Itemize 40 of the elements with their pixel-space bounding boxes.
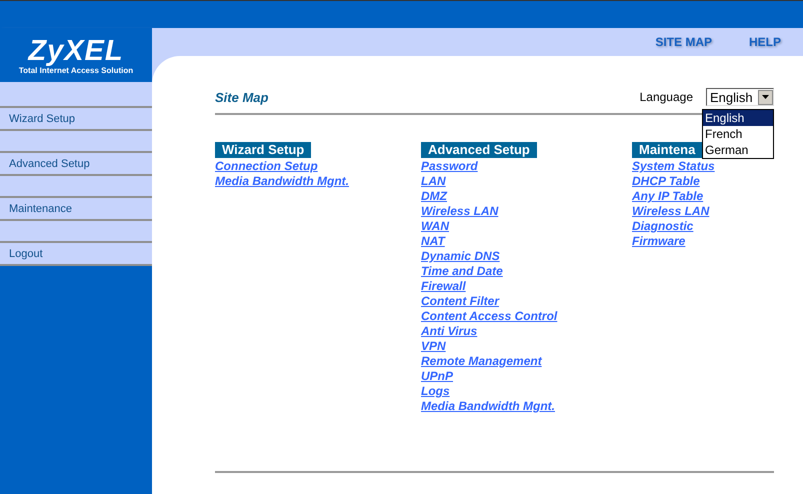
sidebar-item[interactable]: Advanced Setup [0, 153, 152, 176]
sitemap-link[interactable]: Any IP Table [632, 189, 704, 203]
language-select[interactable]: English [706, 88, 774, 106]
sitemap-link[interactable]: Diagnostic [632, 219, 694, 233]
sitemap-link[interactable]: Remote Management [421, 354, 542, 368]
section-heading: Advanced Setup [421, 142, 537, 158]
sitemap-link[interactable]: NAT [421, 234, 445, 248]
sitemap-link[interactable]: Content Filter [421, 294, 499, 308]
sitemap-link[interactable]: Dynamic DNS [421, 249, 500, 263]
sitemap-link[interactable]: Logs [421, 384, 450, 398]
logo-tagline: Total Internet Access Solution [18, 66, 134, 74]
sitemap-link[interactable]: Content Access Control [421, 309, 558, 323]
sitemap-link[interactable]: UPnP [421, 369, 454, 383]
sitemap-link[interactable]: Media Bandwidth Mgnt. [215, 174, 349, 188]
sitemap-link[interactable]: Wireless LAN [421, 204, 498, 218]
sitemap-link[interactable]: Time and Date [421, 264, 503, 278]
nav-link[interactable]: SITE MAP [655, 35, 712, 49]
sitemap-link[interactable]: Connection Setup [215, 159, 318, 173]
sidebar-item[interactable]: Maintenance [0, 198, 152, 221]
page-title: Site Map [215, 90, 268, 104]
sidebar-item[interactable]: Logout [0, 243, 152, 266]
section-heading: Wizard Setup [215, 142, 312, 158]
sitemap-link[interactable]: Media Bandwidth Mgnt. [421, 399, 555, 413]
sitemap-link[interactable]: Firmware [632, 234, 686, 248]
sitemap-link[interactable]: DHCP Table [632, 174, 700, 188]
sitemap-link[interactable]: Firewall [421, 279, 466, 293]
sitemap-link[interactable]: LAN [421, 174, 446, 188]
sidebar-item[interactable]: Wizard Setup [0, 108, 152, 131]
language-label: Language [640, 90, 693, 104]
nav-link[interactable]: HELP [748, 35, 781, 49]
sitemap-link[interactable]: Wireless LAN [632, 204, 710, 218]
dropdown-option[interactable]: English [703, 110, 773, 126]
sitemap-link[interactable]: System Status [632, 159, 715, 173]
sitemap-link[interactable]: WAN [421, 219, 449, 233]
sitemap-link[interactable]: DMZ [421, 189, 447, 203]
sitemap-link[interactable]: VPN [421, 339, 446, 353]
caret-icon [758, 90, 773, 104]
logo-name: ZyXEL [28, 36, 124, 66]
sitemap-link[interactable]: Password [421, 159, 478, 173]
sitemap-link[interactable]: Anti Virus [421, 324, 478, 338]
